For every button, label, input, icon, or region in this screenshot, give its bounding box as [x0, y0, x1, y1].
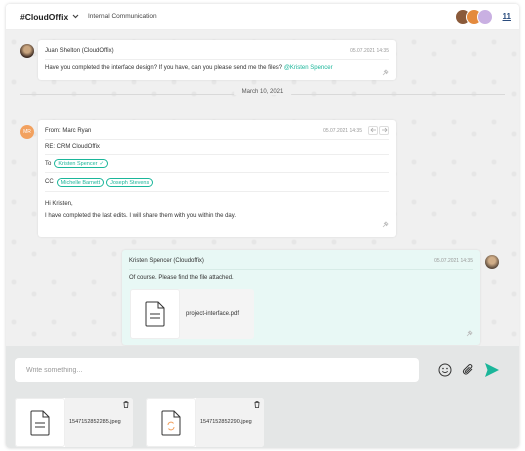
message-body: Have you completed the interface design?… [45, 65, 283, 71]
email-to-row: To Kristen Spencer ✓ [45, 154, 389, 172]
chat-header: #CloudOffix Internal Communication 11 [6, 4, 519, 30]
reply-icon[interactable] [368, 126, 378, 135]
channel-name: #CloudOffix [20, 12, 69, 22]
avatar [485, 255, 499, 269]
message-input[interactable] [15, 358, 419, 382]
pin-icon[interactable] [382, 221, 389, 230]
composer: 1547152852285.jpeg 1547152852290.jpeg [6, 346, 519, 448]
date-label: March 10, 2021 [233, 89, 292, 95]
email-subject: RE: CRM CloudOffix [45, 139, 389, 154]
sender-name: Juan Shelton (CloudOffix) [45, 48, 114, 54]
check-icon: ✓ [99, 161, 105, 167]
upload-preview[interactable]: 1547152852285.jpeg [15, 398, 133, 447]
upload-details: 1547152852285.jpeg [65, 398, 133, 447]
trash-icon[interactable] [254, 401, 260, 410]
channel-selector[interactable]: #CloudOffix [20, 12, 79, 22]
document-icon [15, 398, 65, 447]
document-icon [130, 289, 180, 339]
send-icon[interactable] [484, 362, 500, 378]
message-time: 05.07.2021 14:35 [434, 258, 473, 264]
cc-chip[interactable]: Michelle Barnett [56, 177, 105, 187]
message-time: 05.07.2021 14:35 [323, 128, 362, 134]
forward-icon[interactable] [379, 126, 389, 135]
message-card: Kristen Spencer (Cloudoffix) 05.07.2021 … [122, 250, 480, 345]
upload-filename: 1547152852285.jpeg [69, 419, 121, 425]
chevron-down-icon [72, 14, 79, 21]
member-avatars[interactable] [455, 9, 493, 25]
file-attachment[interactable]: project-interface.pdf [130, 289, 254, 339]
cc-label: CC [45, 179, 54, 185]
email-from: From: Marc Ryan [45, 128, 92, 134]
cc-chip[interactable]: Joseph Stevens [106, 177, 154, 187]
to-label: To [45, 160, 52, 167]
divider [129, 269, 473, 270]
upload-filename: 1547152852290.jpeg [200, 419, 252, 425]
email-text: I have completed the last edits. I will … [45, 213, 236, 219]
avatar [20, 44, 34, 58]
email-body: Hi Kristen, I have completed the last ed… [45, 191, 389, 222]
email-greeting: Hi Kristen, [45, 201, 73, 207]
message-list[interactable]: Juan Shelton (CloudOffix) 05.07.2021 14:… [6, 30, 519, 346]
message-card: Juan Shelton (CloudOffix) 05.07.2021 14:… [38, 40, 396, 80]
trash-icon[interactable] [123, 401, 129, 410]
pin-icon[interactable] [466, 330, 473, 339]
avatar [477, 9, 493, 25]
pin-icon[interactable] [382, 69, 389, 78]
message-time: 05.07.2021 14:35 [350, 48, 389, 54]
divider [45, 59, 389, 60]
recipient-chip[interactable]: Kristen Spencer ✓ [54, 159, 109, 168]
channel-subtitle: Internal Communication [88, 13, 157, 20]
message-text: Have you completed the interface design?… [45, 65, 333, 71]
chat-window: #CloudOffix Internal Communication 11 Ju… [6, 4, 519, 448]
document-loading-icon [146, 398, 196, 447]
mention-link[interactable]: @Kristen Spencer [284, 65, 333, 71]
sender-name: Kristen Spencer (Cloudoffix) [129, 258, 204, 264]
paperclip-icon[interactable] [460, 362, 476, 378]
member-count[interactable]: 11 [503, 12, 511, 21]
upload-details: 1547152852290.jpeg [196, 398, 264, 447]
avatar: MR [20, 125, 34, 139]
message-text: Of course. Please find the file attached… [129, 275, 234, 281]
recipient-name: Kristen Spencer [58, 161, 98, 167]
upload-preview[interactable]: 1547152852290.jpeg [146, 398, 264, 447]
email-message-card: From: Marc Ryan 05.07.2021 14:35 RE: CRM… [38, 120, 396, 237]
email-cc-row: CC Michelle Barnett Joseph Stevens [45, 172, 389, 191]
emoji-icon[interactable] [437, 362, 453, 378]
subject-text: RE: CRM CloudOffix [45, 144, 100, 150]
attachment-name: project-interface.pdf [186, 311, 240, 317]
